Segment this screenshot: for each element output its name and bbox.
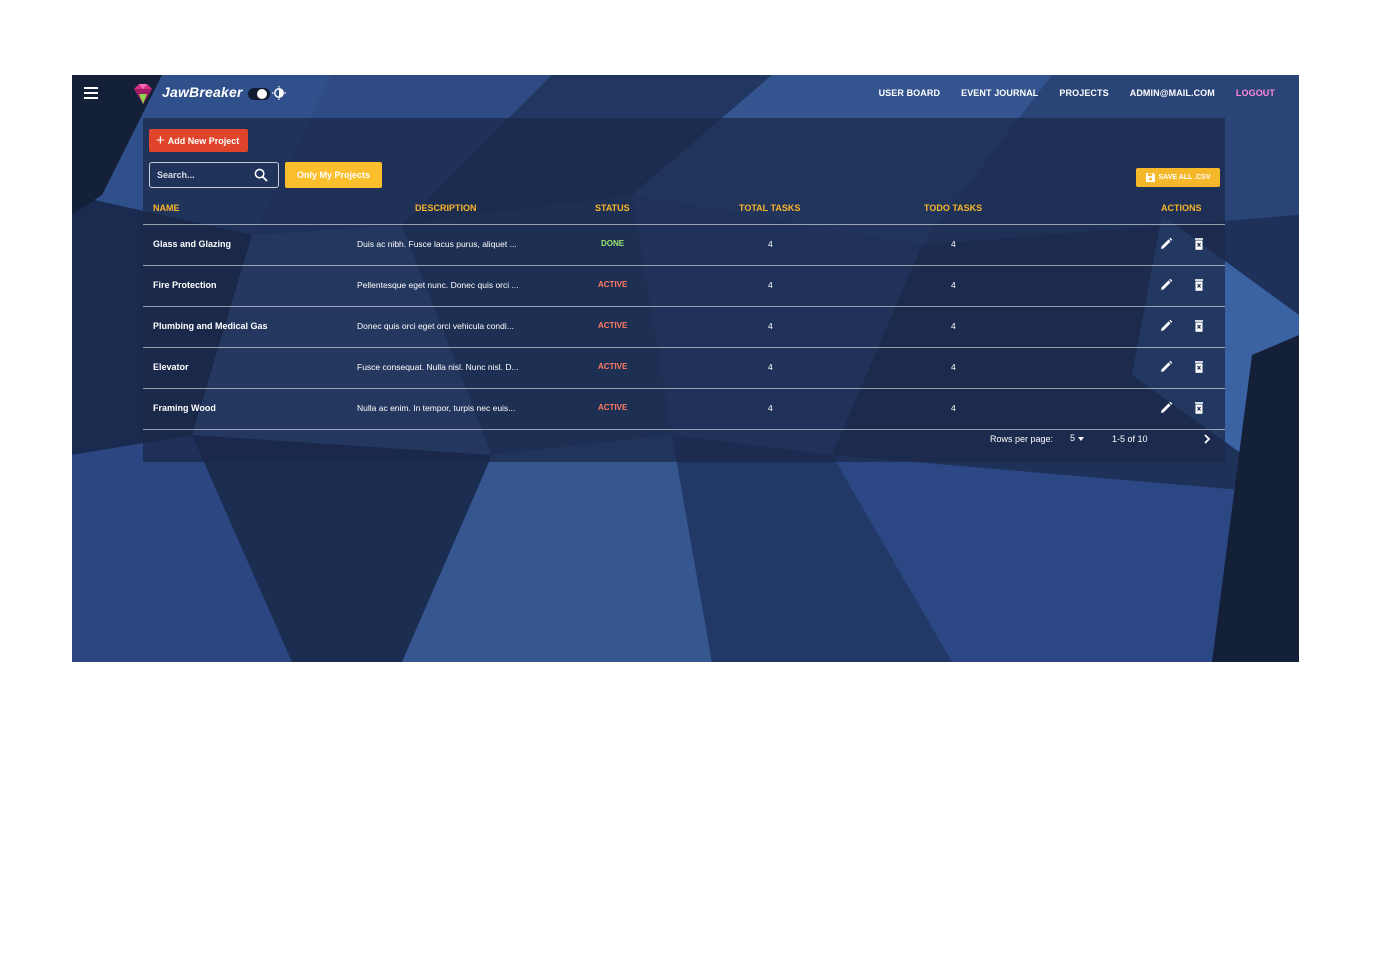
page-range: 1-5 of 10: [1112, 434, 1148, 444]
app-window: JawBreaker USER BOARD EVENT JOURNAL PROJ…: [72, 75, 1299, 662]
main-nav: USER BOARD EVENT JOURNAL PROJECTS ADMIN@…: [879, 88, 1275, 98]
search-input[interactable]: [157, 167, 249, 183]
total-tasks: 4: [768, 362, 773, 372]
table-row[interactable]: Glass and Glazing Duis ac nibh. Fusce la…: [143, 225, 1225, 266]
table-row[interactable]: Framing Wood Nulla ac enim. In tempor, t…: [143, 389, 1225, 430]
project-name[interactable]: Elevator: [153, 362, 189, 372]
total-tasks: 4: [768, 280, 773, 290]
brand-name[interactable]: JawBreaker: [162, 84, 243, 100]
column-header-description[interactable]: DESCRIPTION: [415, 203, 477, 213]
trash-icon[interactable]: [1192, 401, 1206, 415]
chevron-right-icon[interactable]: [1201, 432, 1213, 446]
add-project-button[interactable]: + Add New Project: [149, 129, 249, 152]
column-header-status[interactable]: STATUS: [595, 203, 630, 213]
project-description: Nulla ac enim. In tempor, turpis nec eui…: [357, 403, 516, 413]
project-description: Fusce consequat. Nulla nisl. Nunc nisl. …: [357, 362, 519, 372]
project-name[interactable]: Glass and Glazing: [153, 239, 231, 249]
rows-per-page-select[interactable]: 5: [1070, 433, 1085, 443]
column-header-actions: ACTIONS: [1161, 203, 1202, 213]
nav-user-email[interactable]: ADMIN@MAIL.COM: [1130, 88, 1215, 98]
floppy-disk-icon: [1145, 173, 1155, 182]
nav-user-board[interactable]: USER BOARD: [879, 88, 941, 98]
nav-projects[interactable]: PROJECTS: [1059, 88, 1108, 98]
search-box: [149, 162, 279, 188]
table-row[interactable]: Elevator Fusce consequat. Nulla nisl. Nu…: [143, 348, 1225, 389]
projects-table: NAME DESCRIPTION STATUS TOTAL TASKS TODO…: [143, 198, 1225, 430]
brightness-icon[interactable]: [272, 86, 286, 100]
project-description: Donec quis orci eget orci vehicula condi…: [357, 321, 514, 331]
status-badge: ACTIVE: [598, 321, 628, 330]
project-name[interactable]: Fire Protection: [153, 280, 217, 290]
todo-tasks: 4: [951, 321, 956, 331]
total-tasks: 4: [768, 321, 773, 331]
todo-tasks: 4: [951, 239, 956, 249]
top-bar: JawBreaker USER BOARD EVENT JOURNAL PROJ…: [72, 75, 1299, 113]
project-description: Duis ac nibh. Fusce lacus purus, aliquet…: [357, 239, 517, 249]
table-row[interactable]: Fire Protection Pellentesque eget nunc. …: [143, 266, 1225, 307]
column-header-todo-tasks[interactable]: TODO TASKS: [924, 203, 982, 213]
pencil-icon[interactable]: [1159, 360, 1173, 374]
pencil-icon[interactable]: [1159, 319, 1173, 333]
only-my-projects-button[interactable]: Only My Projects: [285, 162, 382, 188]
status-badge: ACTIVE: [598, 362, 628, 371]
add-project-label: Add New Project: [167, 135, 240, 146]
rows-per-page-value: 5: [1070, 433, 1076, 443]
hamburger-menu-icon[interactable]: [84, 87, 98, 99]
table-row[interactable]: Plumbing and Medical Gas Donec quis orci…: [143, 307, 1225, 348]
pagination: Rows per page: 5 1-5 of 10: [143, 425, 1225, 453]
todo-tasks: 4: [951, 280, 956, 290]
search-icon[interactable]: [254, 168, 268, 182]
trash-icon[interactable]: [1192, 360, 1206, 374]
nav-event-journal[interactable]: EVENT JOURNAL: [961, 88, 1038, 98]
todo-tasks: 4: [951, 362, 956, 372]
total-tasks: 4: [768, 239, 773, 249]
projects-panel: + Add New Project Only My Projects SAVE …: [143, 118, 1225, 462]
trash-icon[interactable]: [1192, 237, 1206, 251]
save-csv-button[interactable]: SAVE ALL .CSV: [1136, 168, 1220, 187]
trash-icon[interactable]: [1192, 319, 1206, 333]
pencil-icon[interactable]: [1159, 401, 1173, 415]
rows-per-page-label: Rows per page:: [990, 434, 1054, 444]
trash-icon[interactable]: [1192, 278, 1206, 292]
pencil-icon[interactable]: [1159, 278, 1173, 292]
status-badge: ACTIVE: [598, 403, 628, 412]
save-csv-label: SAVE ALL .CSV: [1158, 174, 1211, 181]
table-header: NAME DESCRIPTION STATUS TOTAL TASKS TODO…: [143, 198, 1225, 225]
status-badge: ACTIVE: [598, 280, 628, 289]
project-name[interactable]: Framing Wood: [153, 403, 216, 413]
theme-toggle-knob: [257, 89, 267, 99]
pencil-icon[interactable]: [1159, 237, 1173, 251]
project-description: Pellentesque eget nunc. Donec quis orci …: [357, 280, 519, 290]
total-tasks: 4: [768, 403, 773, 413]
gem-logo-icon[interactable]: [130, 82, 156, 106]
column-header-name[interactable]: NAME: [153, 203, 180, 213]
caret-down-icon: [1078, 436, 1085, 441]
status-badge: DONE: [601, 239, 625, 248]
nav-logout[interactable]: LOGOUT: [1236, 88, 1275, 98]
todo-tasks: 4: [951, 403, 956, 413]
project-name[interactable]: Plumbing and Medical Gas: [153, 321, 268, 331]
theme-toggle[interactable]: [248, 88, 270, 100]
column-header-total-tasks[interactable]: TOTAL TASKS: [739, 203, 800, 213]
plus-icon: +: [156, 131, 165, 149]
